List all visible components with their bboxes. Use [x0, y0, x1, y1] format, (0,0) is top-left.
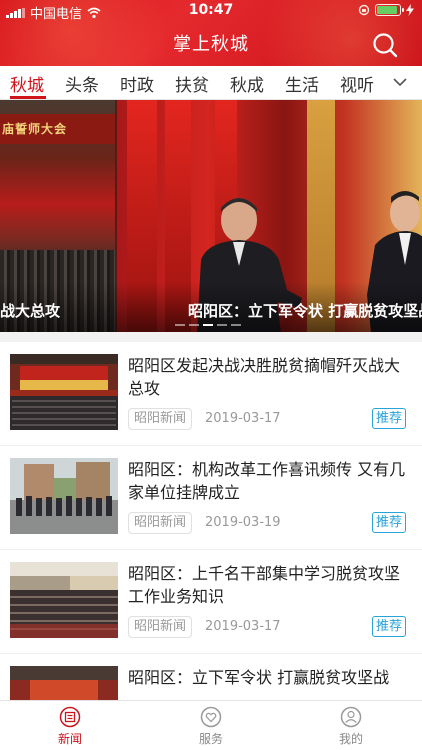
news-item[interactable]: 昭阳区发起决战决胜脱贫摘帽歼灭战大总攻 昭阳新闻 2019-03-17 推荐	[0, 342, 422, 446]
news-date: 2019-03-17	[205, 619, 281, 634]
news-item[interactable]: 昭阳区：立下军令状 打赢脱贫攻坚战	[0, 654, 422, 700]
banner-caption-previous: 战大总攻	[0, 302, 61, 320]
news-icon	[59, 706, 81, 728]
battery-icon	[375, 4, 404, 16]
banner-caption: 昭阳区：立下军令状 打赢脱贫攻坚战	[188, 302, 422, 320]
status-bar: 中国电信 10:47	[0, 0, 422, 22]
news-date: 2019-03-19	[205, 515, 281, 530]
banner-stage-text: 庙誓师大会	[2, 122, 68, 136]
news-thumbnail	[10, 458, 118, 534]
nav-services-label: 服务	[198, 732, 223, 746]
news-date: 2019-03-17	[205, 411, 281, 426]
news-title[interactable]: 昭阳区发起决战决胜脱贫摘帽歼灭战大总攻	[128, 354, 413, 400]
heart-icon	[200, 706, 222, 728]
page-title: 掌上秋城	[173, 34, 249, 55]
nav-news-label: 新闻	[57, 732, 82, 746]
news-item[interactable]: 昭阳区：机构改革工作喜讯频传 又有几家单位挂牌成立 昭阳新闻 2019-03-1…	[0, 446, 422, 550]
app-header: 中国电信 10:47 掌上秋城	[0, 0, 422, 66]
recommend-badge: 推荐	[371, 512, 406, 533]
news-list: 昭阳区发起决战决胜脱贫摘帽歼灭战大总攻 昭阳新闻 2019-03-17 推荐 昭…	[0, 342, 422, 700]
user-icon	[340, 706, 362, 728]
news-source: 昭阳新闻	[128, 512, 193, 534]
news-title[interactable]: 昭阳区：机构改革工作喜讯频传 又有几家单位挂牌成立	[128, 458, 413, 504]
news-thumbnail	[10, 562, 118, 638]
chevron-down-icon[interactable]	[392, 74, 408, 90]
charging-icon	[406, 4, 414, 16]
news-title[interactable]: 昭阳区：立下军令状 打赢脱贫攻坚战	[128, 666, 413, 689]
carousel-dots	[175, 324, 241, 326]
news-source: 昭阳新闻	[128, 616, 193, 638]
tab-qiucheng-harvest[interactable]: 秋成	[230, 71, 264, 96]
tab-fupin[interactable]: 扶贫	[175, 71, 209, 96]
recommend-badge: 推荐	[371, 616, 406, 637]
news-item[interactable]: 昭阳区：上千名干部集中学习脱贫攻坚工作业务知识 昭阳新闻 2019-03-17 …	[0, 550, 422, 654]
tab-toutiao[interactable]: 头条	[65, 71, 99, 96]
tab-shizheng[interactable]: 时政	[120, 71, 154, 96]
banner-carousel[interactable]: 庙誓师大会 战大总攻 昭阳区：立下军令状 打赢脱贫攻坚战	[0, 100, 422, 332]
nav-profile[interactable]: 我的	[311, 706, 391, 747]
news-thumbnail	[10, 354, 118, 430]
bottom-navigation: 新闻 服务 我的	[0, 700, 422, 750]
search-icon[interactable]	[372, 32, 398, 58]
news-source: 昭阳新闻	[128, 408, 193, 430]
category-tabs: 秋城 头条 时政 扶贫 秋成 生活 视听	[0, 66, 422, 100]
nav-news[interactable]: 新闻	[30, 706, 110, 747]
orientation-lock-icon	[358, 4, 370, 16]
tab-shenghuo[interactable]: 生活	[285, 71, 319, 96]
recommend-badge: 推荐	[371, 408, 406, 429]
news-thumbnail	[10, 666, 118, 700]
tab-shiting[interactable]: 视听	[340, 71, 374, 96]
nav-services[interactable]: 服务	[171, 706, 251, 747]
section-divider	[0, 332, 422, 342]
clock: 10:47	[188, 2, 234, 18]
tab-qiucheng[interactable]: 秋城	[10, 71, 44, 96]
active-tab-indicator	[10, 96, 46, 99]
news-title[interactable]: 昭阳区：上千名干部集中学习脱贫攻坚工作业务知识	[128, 562, 413, 608]
nav-profile-label: 我的	[338, 732, 363, 746]
